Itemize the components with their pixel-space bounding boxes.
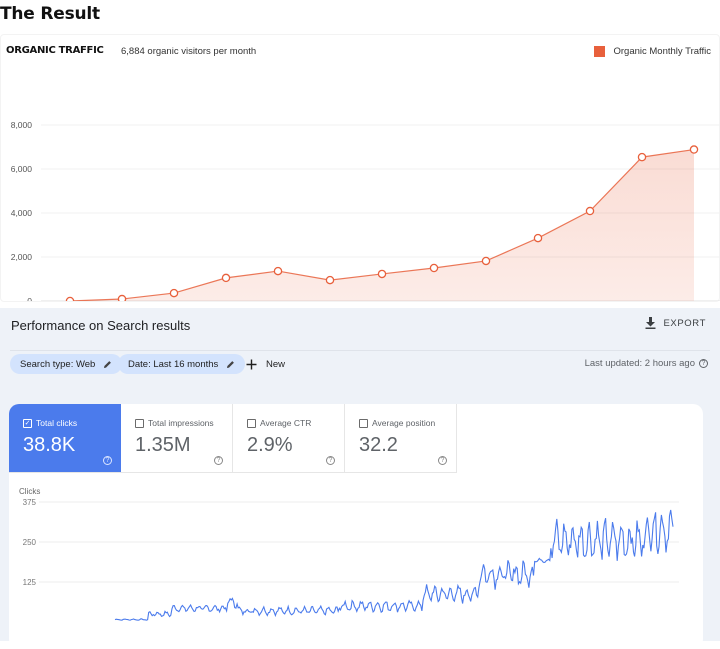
filter-chip-search-type[interactable]: Search type: Web [10,354,123,374]
new-filter-button[interactable]: New [246,354,285,374]
y-tick-label: 4,000 [11,208,33,218]
data-point [429,263,439,273]
traffic-subtitle: 6,884 organic visitors per month [121,46,257,57]
y-tick-label: 0 [27,296,32,301]
download-icon [645,317,655,329]
metric-label: Average position [372,418,436,428]
data-point [325,275,335,285]
metric-average-position[interactable]: Average position 32.2 ? [345,404,457,473]
y-tick-label: 2,000 [11,252,33,262]
filter-chip-label: Date: Last 16 months [128,358,219,370]
edit-pencil-icon [227,360,235,368]
y-tick-label: 375 [23,498,37,507]
y-tick-label: 6,000 [11,164,33,174]
data-point [637,152,647,162]
new-filter-label: New [266,358,286,370]
data-point [481,256,491,266]
filter-chip-date[interactable]: Date: Last 16 months [118,354,246,374]
metric-total-clicks[interactable]: ✓ Total clicks 38.8K ? [9,404,121,473]
traffic-label: ORGANIC TRAFFIC [6,45,104,56]
metric-value: 38.8K [23,434,76,456]
metric-label-row: ✓ Total clicks [23,418,77,428]
y-axis-title: Clicks [19,487,40,496]
y-tick-label: 8,000 [11,120,33,130]
organic-traffic-chart: 02,0004,0006,0008,000APR 2023JUN 2023AUG… [11,120,720,301]
help-icon[interactable]: ? [214,456,223,465]
legend-swatch [594,46,606,57]
last-updated-text: Last updated: 2 hours ago [584,358,695,369]
metric-label: Total impressions [148,418,214,428]
chart-legend: Organic Monthly Traffic [594,46,711,57]
filter-chip-label: Search type: Web [20,358,96,370]
organic-traffic-card: ORGANIC TRAFFIC 6,884 organic visitors p… [0,34,720,302]
help-icon[interactable]: ? [103,456,112,465]
data-point [533,233,543,243]
metric-average-ctr[interactable]: Average CTR 2.9% ? [233,404,345,473]
data-point [273,266,283,276]
clicks-line [114,509,674,621]
plus-icon [246,359,257,369]
help-icon[interactable]: ? [438,456,447,465]
metric-label: Average CTR [260,418,312,428]
data-point [221,273,231,283]
edit-pencil-icon [104,360,112,368]
panel-title: Performance on Search results [11,318,191,333]
metric-value: 1.35M [135,434,191,456]
data-point [585,206,595,216]
divider [10,350,710,351]
data-point [169,288,179,298]
data-point [689,145,699,154]
checkbox-icon[interactable] [247,418,256,428]
data-point [377,269,387,279]
metric-label: Total clicks [36,418,78,428]
metric-label-row: Average position [359,418,435,428]
metric-value: 2.9% [247,434,293,456]
data-point [117,294,127,301]
y-tick-label: 125 [23,578,37,587]
checkbox-icon[interactable] [135,418,144,428]
performance-card: ✓ Total clicks 38.8K ? Total impressions… [9,404,703,649]
export-button[interactable]: EXPORT [645,317,707,329]
help-icon[interactable]: ? [326,456,335,465]
metric-value: 32.2 [359,434,398,456]
clicks-chart: Clicks 125 250 375 [19,487,679,621]
page-title: The Result [0,4,100,24]
traffic-area [70,149,694,301]
data-point [65,296,75,301]
help-icon[interactable]: ? [699,359,708,368]
checkbox-checked-icon[interactable]: ✓ [23,418,32,428]
y-tick-label: 250 [23,538,37,547]
legend-label: Organic Monthly Traffic [613,46,711,57]
export-label: EXPORT [663,317,706,329]
last-updated: Last updated: 2 hours ago ? [585,358,708,369]
metric-total-impressions[interactable]: Total impressions 1.35M ? [121,404,233,473]
search-performance-panel: Performance on Search results EXPORT Sea… [0,308,720,649]
metric-label-row: Average CTR [247,418,311,428]
metric-label-row: Total impressions [135,418,214,428]
checkbox-icon[interactable] [359,418,368,428]
